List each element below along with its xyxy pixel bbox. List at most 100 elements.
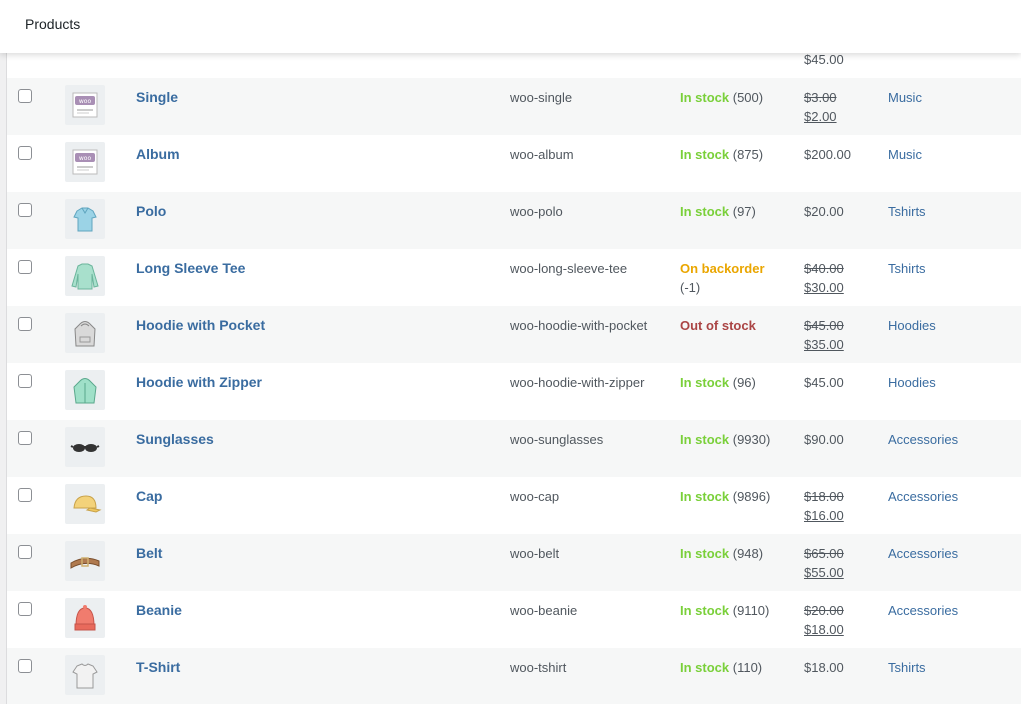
- row-checkbox[interactable]: [18, 602, 32, 616]
- table-row[interactable]: Long Sleeve Tee woo-long-sleeve-tee On bac…: [7, 249, 1021, 306]
- product-category-link[interactable]: Tshirts: [888, 658, 926, 677]
- product-name-link[interactable]: Belt: [136, 544, 162, 563]
- product-name-link[interactable]: Album: [136, 145, 180, 164]
- product-name-link[interactable]: Long Sleeve Tee: [136, 259, 245, 278]
- row-checkbox[interactable]: [18, 203, 32, 217]
- row-checkbox[interactable]: [18, 545, 32, 559]
- table-row[interactable]: Hoodie with Pocket woo-hoodie-with-pocket…: [7, 306, 1021, 363]
- product-name-link[interactable]: Polo: [136, 202, 166, 221]
- product-category-link[interactable]: Accessories: [888, 487, 958, 506]
- product-category-link[interactable]: Hoodies: [888, 373, 936, 392]
- row-checkbox[interactable]: [18, 659, 32, 673]
- stock-label: In stock: [680, 204, 730, 219]
- regular-price: $45.00: [804, 318, 844, 333]
- product-category-link[interactable]: Music: [888, 88, 922, 107]
- product-thumbnail[interactable]: [65, 313, 105, 353]
- stock-status: In stock (9896): [680, 487, 770, 506]
- product-category-link[interactable]: Tshirts: [888, 202, 926, 221]
- svg-text:woo: woo: [79, 155, 92, 162]
- product-thumbnail[interactable]: [65, 370, 105, 410]
- product-name-link[interactable]: Hoodie with Pocket: [136, 316, 265, 335]
- row-checkbox[interactable]: [18, 431, 32, 445]
- stock-quantity: (9110): [732, 603, 770, 618]
- table-row[interactable]: T-Shirt woo-tshirt In stock (110) $18.00 Tsh…: [7, 648, 1021, 704]
- product-name-link[interactable]: Single: [136, 88, 178, 107]
- product-name-link[interactable]: Cap: [136, 487, 162, 506]
- product-price-cell: $20.00 $18.00: [804, 601, 844, 639]
- product-sku: woo-beanie: [510, 603, 578, 618]
- product-name-link[interactable]: Hoodie with Zipper: [136, 373, 262, 392]
- table-row[interactable]: Sunglasses woo-sunglasses In stock (9930) $…: [7, 420, 1021, 477]
- product-price-cell: $90.00: [804, 430, 844, 449]
- row-checkbox[interactable]: [18, 488, 32, 502]
- stock-quantity: (96): [732, 375, 756, 390]
- product-thumbnail[interactable]: [65, 427, 105, 467]
- product-name-link[interactable]: Beanie: [136, 601, 182, 620]
- regular-price: $65.00: [804, 546, 844, 561]
- svg-text:woo: woo: [79, 98, 92, 105]
- product-thumbnail[interactable]: [65, 484, 105, 524]
- sunglasses-icon: [70, 444, 100, 452]
- stock-quantity: (875): [732, 147, 764, 162]
- product-category-link[interactable]: Accessories: [888, 601, 958, 620]
- long-sleeve-tee-icon: [71, 263, 99, 290]
- polo-shirt-icon: [73, 207, 97, 232]
- sale-price: $2.00: [804, 109, 837, 124]
- stock-label: On backorder: [680, 261, 765, 276]
- row-checkbox[interactable]: [18, 146, 32, 160]
- table-row[interactable]: woo Single woo-single In stock (500) $3.00 $2…: [7, 78, 1021, 135]
- product-category-link[interactable]: Accessories: [888, 544, 958, 563]
- row-checkbox[interactable]: [18, 374, 32, 388]
- stock-status: Out of stock: [680, 316, 756, 335]
- product-price-cell: $65.00 $55.00: [804, 544, 844, 582]
- table-row[interactable]: Polo woo-polo In stock (97) $20.00 Tshirts: [7, 192, 1021, 249]
- product-name-link[interactable]: T-Shirt: [136, 658, 180, 677]
- table-row[interactable]: Beanie woo-beanie In stock (9110) $20.00 $18…: [7, 591, 1021, 648]
- row-checkbox[interactable]: [18, 260, 32, 274]
- product-thumbnail[interactable]: [65, 541, 105, 581]
- product-category-link[interactable]: Music: [888, 145, 922, 164]
- product-name-link[interactable]: Sunglasses: [136, 430, 214, 449]
- page-title: Products: [25, 16, 81, 32]
- stock-quantity: (9930): [732, 432, 771, 447]
- table-row[interactable]: woo Album woo-album In stock (875) $200.00 Mu…: [7, 135, 1021, 192]
- stock-status: In stock (97): [680, 202, 756, 221]
- row-checkbox[interactable]: [18, 317, 32, 331]
- product-thumbnail[interactable]: [65, 598, 105, 638]
- product-category-link[interactable]: Hoodies: [888, 316, 936, 335]
- top-bar: Products: [0, 0, 1021, 53]
- stock-label: In stock: [680, 90, 730, 105]
- sale-price: $16.00: [804, 508, 844, 523]
- stock-label: In stock: [680, 147, 730, 162]
- stock-label: In stock: [680, 489, 730, 504]
- table-row[interactable]: Cap woo-cap In stock (9896) $18.00 $16.00 Acc…: [7, 477, 1021, 534]
- product-thumbnail[interactable]: [65, 655, 105, 695]
- sale-price: $18.00: [804, 622, 844, 637]
- cap-icon: [73, 495, 102, 513]
- table-row[interactable]: Belt woo-belt In stock (948) $65.00 $55.00 Ac…: [7, 534, 1021, 591]
- product-sku: woo-single: [510, 90, 573, 105]
- product-thumbnail[interactable]: [65, 199, 105, 239]
- product-price-cell: $18.00: [804, 658, 844, 677]
- product-sku: woo-sunglasses: [510, 432, 604, 447]
- stock-status: In stock (9110): [680, 601, 769, 620]
- product-thumbnail[interactable]: woo: [65, 85, 105, 125]
- woo-album-icon: woo: [72, 92, 98, 118]
- stock-status: In stock (96): [680, 373, 756, 392]
- sale-price: $55.00: [804, 565, 844, 580]
- product-price: $45.00: [804, 375, 844, 390]
- stock-status: In stock (500): [680, 88, 763, 107]
- sale-price: $30.00: [804, 280, 844, 295]
- stock-label: In stock: [680, 375, 730, 390]
- product-price-cell: $18.00 $16.00: [804, 487, 844, 525]
- product-price: $200.00: [804, 147, 851, 162]
- product-category-link[interactable]: Tshirts: [888, 259, 926, 278]
- table-row[interactable]: Hoodie with Zipper woo-hoodie-with-zipper…: [7, 363, 1021, 420]
- product-thumbnail[interactable]: [65, 256, 105, 296]
- row-checkbox[interactable]: [18, 89, 32, 103]
- product-price-cell: $20.00: [804, 202, 844, 221]
- product-category-link[interactable]: Accessories: [888, 430, 958, 449]
- woo-album-icon: woo: [72, 149, 98, 175]
- stock-quantity: (110): [732, 660, 763, 675]
- product-thumbnail[interactable]: woo: [65, 142, 105, 182]
